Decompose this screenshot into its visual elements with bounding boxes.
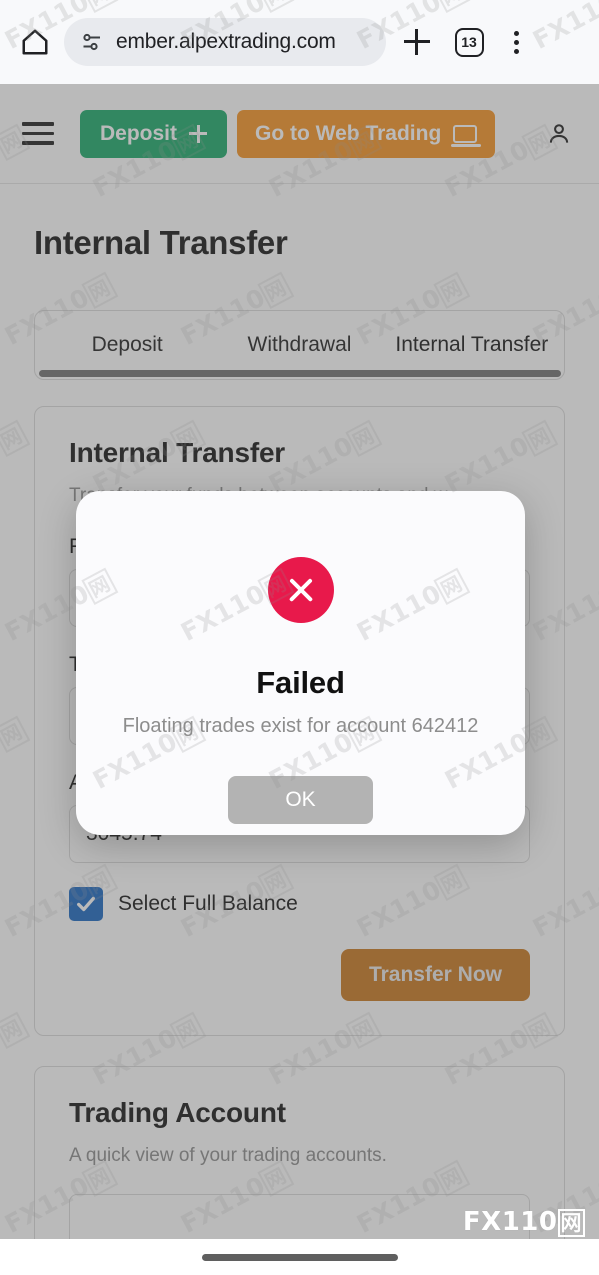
- system-navigation-bar: [0, 1239, 599, 1275]
- screen-root: ember.alpextrading.com 13 Deposit Go to …: [0, 0, 599, 1275]
- dialog-message: Floating trades exist for account 642412: [122, 715, 479, 737]
- home-icon[interactable]: [14, 21, 56, 63]
- browser-toolbar: ember.alpextrading.com 13: [0, 0, 599, 84]
- corner-watermark-text: FX110: [462, 1207, 558, 1237]
- url-text: ember.alpextrading.com: [116, 30, 336, 53]
- failed-dialog: Failed Floating trades exist for account…: [76, 491, 525, 835]
- ok-button[interactable]: OK: [228, 776, 373, 824]
- corner-watermark-suffix: 网: [557, 1209, 585, 1237]
- address-bar[interactable]: ember.alpextrading.com: [64, 18, 386, 66]
- home-indicator-pill[interactable]: [201, 1253, 398, 1261]
- tab-count-badge: 13: [454, 27, 484, 57]
- tab-switcher-button[interactable]: 13: [442, 18, 496, 66]
- error-x-circle-icon: [267, 557, 334, 623]
- corner-watermark: FX110 网: [463, 1207, 585, 1237]
- dialog-title: Failed: [256, 665, 345, 700]
- browser-menu-icon[interactable]: [496, 18, 536, 66]
- site-settings-icon[interactable]: [80, 30, 104, 54]
- new-tab-icon[interactable]: [392, 18, 442, 66]
